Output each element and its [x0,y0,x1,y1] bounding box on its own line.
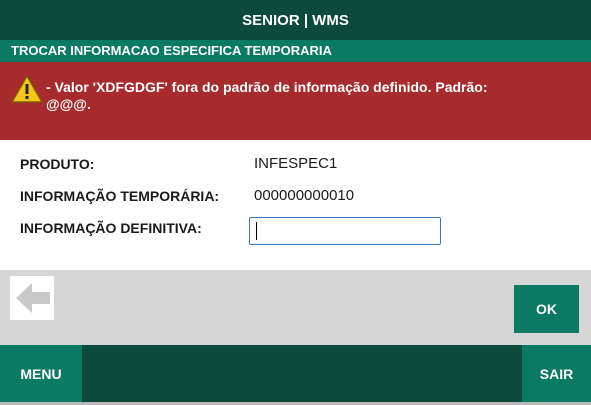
warning-icon [11,75,43,103]
info-definitiva-input[interactable] [249,217,441,245]
produto-value: INFESPEC1 [254,155,338,172]
screen-title: TROCAR INFORMACAO ESPECIFICA TEMPORARIA [11,43,332,58]
app-title: SENIOR | WMS [242,11,349,29]
info-temporaria-value: 000000000010 [254,187,355,204]
ok-button[interactable]: OK [514,285,579,333]
produto-label: PRODUTO: [20,156,95,172]
text-cursor [256,222,257,240]
info-temporaria-label: INFORMAÇÃO TEMPORÁRIA: [20,188,220,204]
error-message-line-2: @@@. [46,96,91,112]
sair-button[interactable]: SAIR [522,345,591,402]
footer-bar [0,345,591,402]
info-definitiva-label: INFORMAÇÃO DEFINITIVA: [20,220,202,236]
app-title-bar: SENIOR | WMS [0,0,591,40]
back-button[interactable] [10,276,54,320]
error-message: - Valor 'XDFGDGF' fora do padrão de info… [46,79,566,113]
error-banner: - Valor 'XDFGDGF' fora do padrão de info… [0,62,591,140]
menu-button[interactable]: MENU [0,345,82,402]
screen-title-bar: TROCAR INFORMACAO ESPECIFICA TEMPORARIA [0,40,591,62]
form-panel: PRODUTO: INFESPEC1 INFORMAÇÃO TEMPORÁRIA… [0,140,591,270]
error-message-line-1: - Valor 'XDFGDGF' fora do padrão de info… [46,79,488,95]
action-bar [0,270,591,345]
arrow-left-icon [16,283,50,313]
